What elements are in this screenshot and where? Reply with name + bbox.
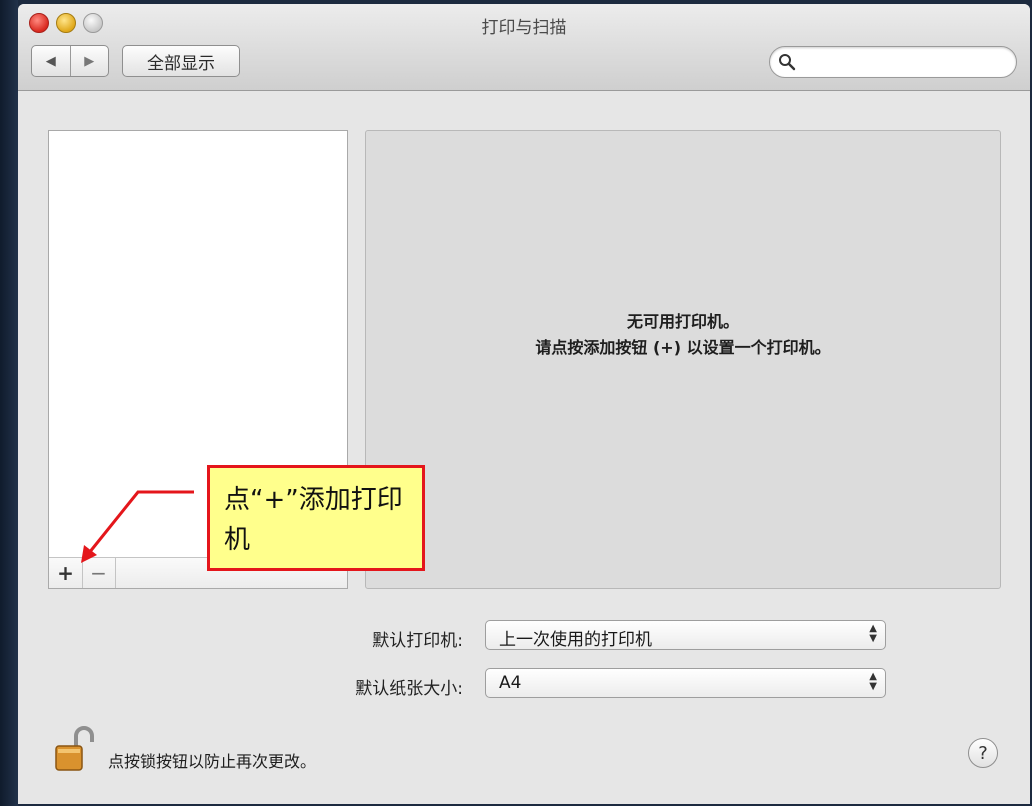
- no-printer-message: 无可用打印机。 请点按添加按钮 (+) 以设置一个打印机。: [366, 309, 1000, 361]
- desktop-background: [0, 0, 18, 806]
- default-paper-label: 默认纸张大小:: [355, 679, 463, 699]
- default-printer-value: 上一次使用的打印机: [499, 630, 652, 650]
- unlocked-lock-icon[interactable]: [54, 726, 94, 772]
- preferences-window: 打印与扫描 ◀ ▶ 全部显示 + − 无可用打印机。 请点按添加按钮 (+) 以…: [18, 4, 1030, 804]
- show-all-button[interactable]: 全部显示: [122, 45, 240, 77]
- back-button[interactable]: ◀: [32, 46, 71, 76]
- default-printer-select[interactable]: 上一次使用的打印机 ▲ ▼: [485, 620, 886, 650]
- add-printer-button[interactable]: +: [49, 558, 83, 588]
- stepper-arrows-icon: ▲ ▼: [869, 671, 877, 692]
- toolbar: 打印与扫描 ◀ ▶ 全部显示: [18, 4, 1030, 91]
- search-icon: [779, 54, 796, 71]
- stepper-arrows-icon: ▲ ▼: [869, 623, 877, 644]
- forward-button[interactable]: ▶: [71, 46, 109, 76]
- annotation-callout: 点“+”添加打印机: [207, 465, 425, 571]
- default-printer-label: 默认打印机:: [372, 631, 463, 651]
- help-button[interactable]: ?: [968, 738, 998, 768]
- lock-hint-text: 点按锁按钮以防止再次更改。: [108, 752, 317, 771]
- no-printer-title: 无可用打印机。: [626, 312, 739, 331]
- search-field[interactable]: [769, 46, 1017, 78]
- nav-segmented-control: ◀ ▶: [31, 45, 109, 77]
- printer-detail-panel: 无可用打印机。 请点按添加按钮 (+) 以设置一个打印机。: [365, 130, 1001, 589]
- no-printer-hint: 请点按添加按钮 (+) 以设置一个打印机。: [535, 338, 831, 357]
- window-title: 打印与扫描: [481, 18, 567, 38]
- default-paper-value: A4: [499, 673, 522, 693]
- remove-printer-button[interactable]: −: [82, 558, 116, 588]
- default-paper-select[interactable]: A4 ▲ ▼: [485, 668, 886, 698]
- search-input[interactable]: [802, 51, 1006, 75]
